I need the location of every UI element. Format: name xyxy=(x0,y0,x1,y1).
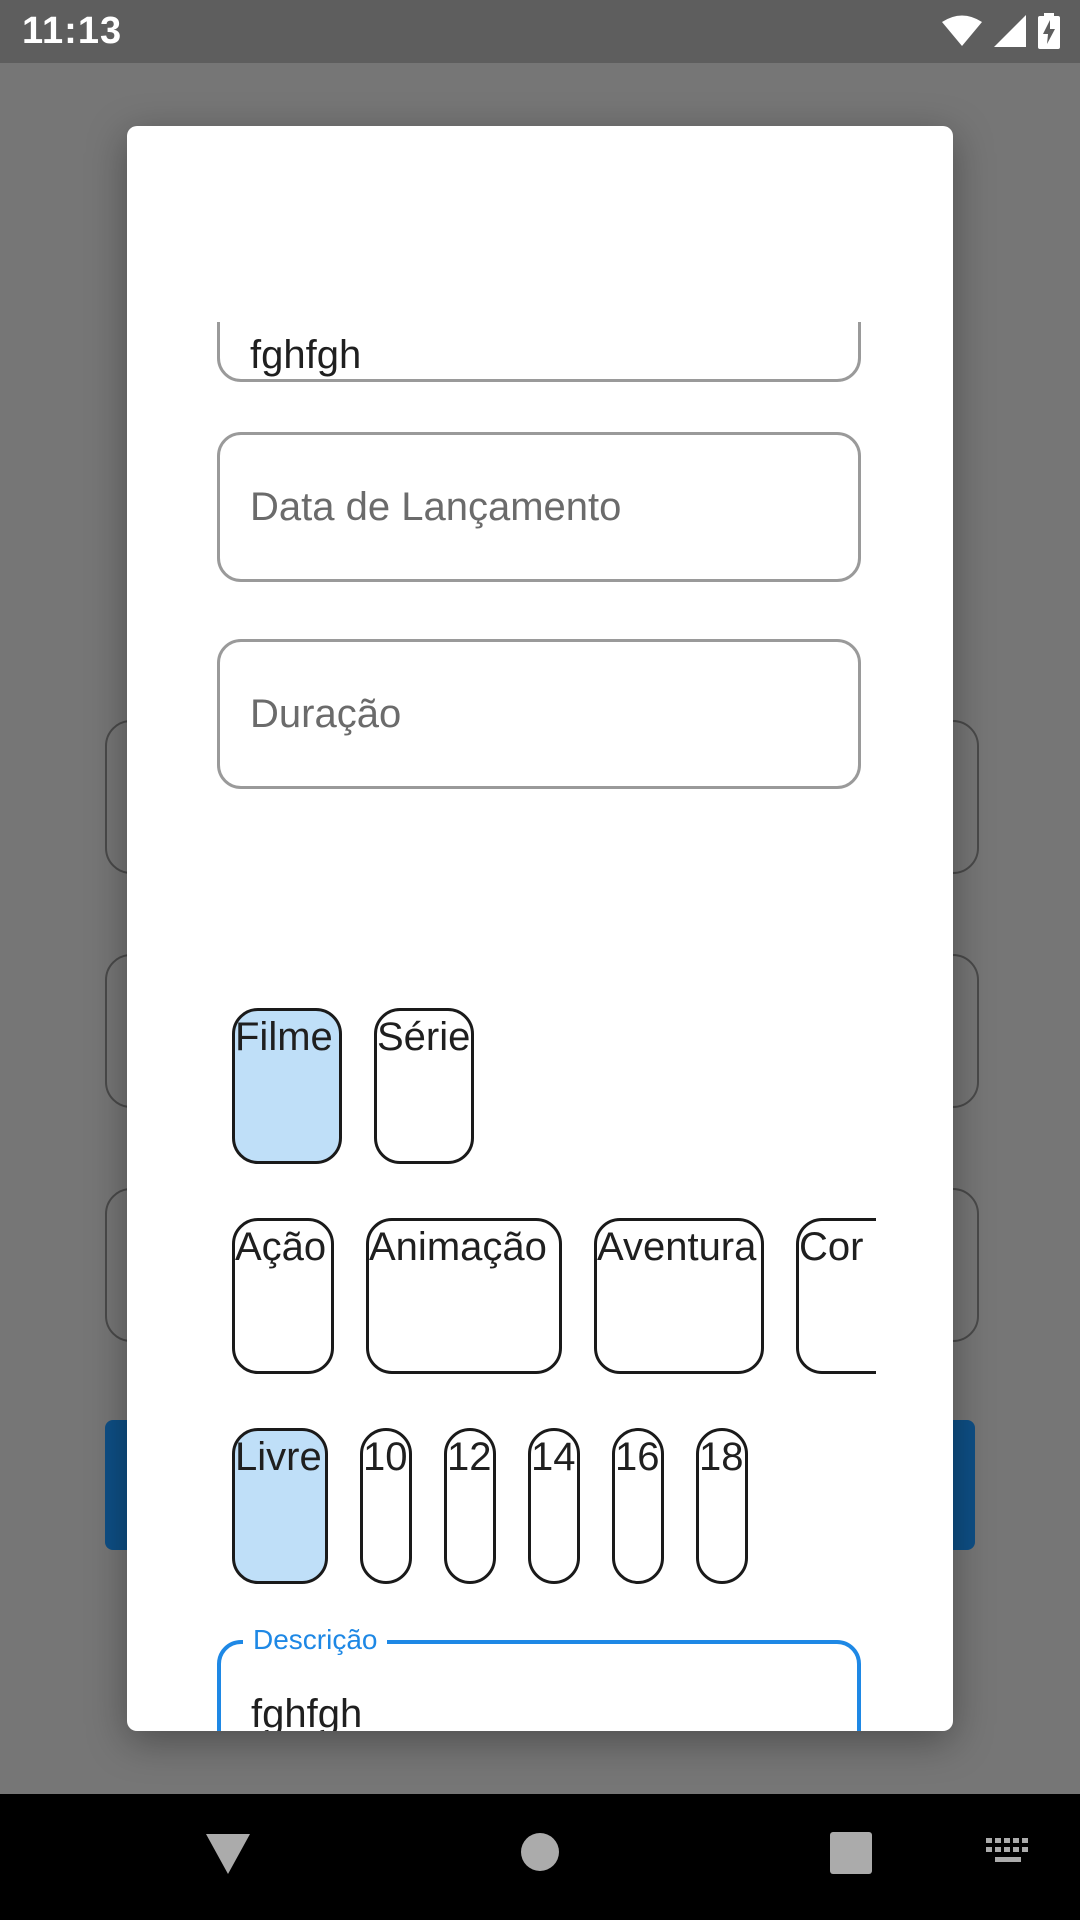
duration-placeholder: Duração xyxy=(250,692,402,736)
title-field[interactable]: fghfgh xyxy=(217,322,861,382)
chip-label: 12 xyxy=(447,1435,492,1479)
dialog: fghfgh Data de Lançamento Duração Filme … xyxy=(127,126,953,1731)
description-label: Descrição xyxy=(243,1624,388,1656)
description-value: fghfgh xyxy=(251,1692,363,1731)
chip-acao[interactable]: Ação xyxy=(232,1218,334,1374)
chip-10[interactable]: 10 xyxy=(360,1428,412,1584)
chip-label: 10 xyxy=(363,1435,408,1479)
chip-livre[interactable]: Livre xyxy=(232,1428,328,1584)
chip-label: Aventura xyxy=(597,1225,757,1269)
chip-aventura[interactable]: Aventura xyxy=(594,1218,764,1374)
release-date-placeholder: Data de Lançamento xyxy=(250,485,622,529)
chip-label: Cor xyxy=(799,1225,864,1269)
chip-14[interactable]: 14 xyxy=(528,1428,580,1584)
battery-charging-icon xyxy=(1038,13,1060,49)
status-icons xyxy=(942,12,1060,50)
back-icon[interactable] xyxy=(206,1834,250,1874)
chip-label: 18 xyxy=(699,1435,744,1479)
cell-signal-icon xyxy=(994,15,1026,47)
chip-label: 16 xyxy=(615,1435,660,1479)
release-date-field[interactable]: Data de Lançamento xyxy=(217,432,861,582)
chip-12[interactable]: 12 xyxy=(444,1428,496,1584)
home-icon[interactable] xyxy=(520,1832,560,1872)
wifi-icon xyxy=(942,15,982,46)
dialog-scroll-area[interactable]: fghfgh Data de Lançamento Duração Filme … xyxy=(127,322,953,1731)
chip-label: Livre xyxy=(235,1435,322,1479)
chip-label: Filme xyxy=(235,1015,333,1059)
chip-label: 14 xyxy=(531,1435,576,1479)
chip-serie[interactable]: Série xyxy=(374,1008,474,1164)
description-field[interactable]: Descrição fghfgh xyxy=(217,1624,861,1731)
recents-icon[interactable] xyxy=(830,1832,872,1874)
chip-filme[interactable]: Filme xyxy=(232,1008,342,1164)
chip-label: Ação xyxy=(235,1225,327,1269)
title-field-value: fghfgh xyxy=(250,333,362,377)
keyboard-icon[interactable] xyxy=(986,1838,1030,1868)
duration-field[interactable]: Duração xyxy=(217,639,861,789)
navigation-bar xyxy=(0,1794,1080,1920)
chip-label: Animação xyxy=(369,1225,547,1269)
chip-animacao[interactable]: Animação xyxy=(366,1218,562,1374)
chip-cor[interactable]: Cor xyxy=(796,1218,876,1374)
status-time: 11:13 xyxy=(22,10,123,52)
status-bar: 11:13 xyxy=(0,0,1080,63)
chip-label: Série xyxy=(377,1015,471,1059)
chip-18[interactable]: 18 xyxy=(696,1428,748,1584)
chip-16[interactable]: 16 xyxy=(612,1428,664,1584)
